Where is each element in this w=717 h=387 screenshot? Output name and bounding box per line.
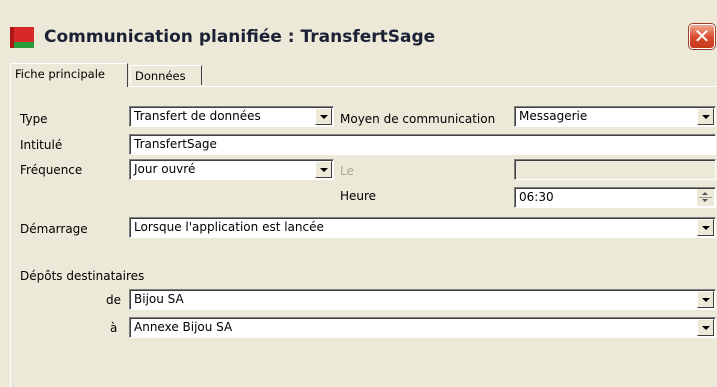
close-button[interactable]: ✕ (689, 24, 715, 49)
type-label: Type (20, 112, 48, 126)
demarrage-value: Lorsque l'application est lancée (134, 220, 324, 234)
frequence-value: Jour ouvré (134, 162, 196, 176)
frequence-label: Fréquence (20, 163, 83, 177)
intitule-label: Intitulé (20, 138, 63, 152)
chevron-down-icon[interactable] (315, 108, 332, 125)
heure-label: Heure (340, 189, 377, 203)
type-value: Transfert de données (134, 109, 261, 123)
chevron-down-icon[interactable] (697, 108, 714, 125)
moyen-value: Messagerie (519, 109, 588, 123)
chevron-down-icon[interactable] (315, 161, 332, 178)
window-title: Communication planifiée : TransfertSage (44, 27, 436, 47)
depots-section-label: Dépôts destinataires (20, 269, 145, 283)
moyen-label: Moyen de communication (340, 112, 496, 126)
chevron-down-icon[interactable] (697, 319, 714, 336)
chevron-down-icon[interactable] (697, 291, 714, 308)
tab-fiche-principale[interactable]: Fiche principale (10, 63, 128, 87)
intitule-value: TransfertSage (134, 137, 217, 151)
le-input (514, 159, 716, 180)
app-icon (10, 27, 34, 48)
heure-value: 06:30 (519, 190, 554, 204)
a-label: à (110, 321, 118, 335)
intitule-input[interactable]: TransfertSage (129, 134, 716, 155)
heure-input[interactable]: 06:30 (514, 187, 716, 208)
spin-icon[interactable] (697, 189, 714, 206)
close-icon: ✕ (693, 24, 711, 48)
chevron-down-icon[interactable] (697, 219, 714, 236)
le-label: Le (340, 164, 354, 178)
a-value: Annexe Bijou SA (134, 320, 233, 334)
a-select[interactable]: Annexe Bijou SA (129, 317, 716, 338)
moyen-select[interactable]: Messagerie (514, 106, 716, 127)
tab-donnees[interactable]: Données (130, 65, 202, 85)
frequence-select[interactable]: Jour ouvré (129, 159, 334, 180)
de-label: de (106, 293, 121, 307)
de-select[interactable]: Bijou SA (129, 289, 716, 310)
type-select[interactable]: Transfert de données (129, 106, 334, 127)
de-value: Bijou SA (134, 292, 184, 306)
demarrage-select[interactable]: Lorsque l'application est lancée (129, 217, 716, 238)
demarrage-label: Démarrage (20, 222, 88, 236)
